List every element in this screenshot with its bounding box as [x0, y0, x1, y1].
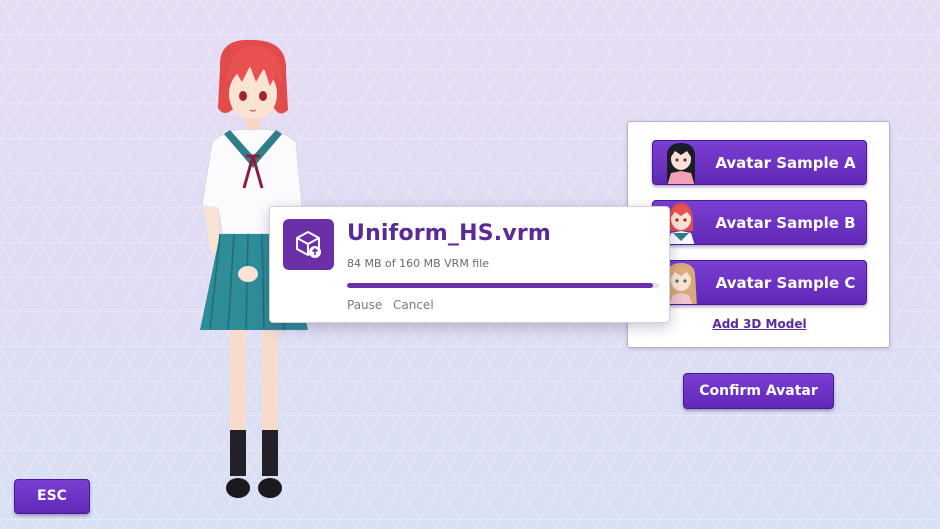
package-upload-icon — [296, 231, 321, 258]
avatar-sample-c-button[interactable]: Avatar Sample C — [652, 260, 867, 305]
upload-progress-fill — [347, 283, 653, 288]
avatar-sample-a-label: Avatar Sample A — [715, 154, 856, 172]
avatar-sample-b-label: Avatar Sample B — [715, 214, 856, 232]
pause-button[interactable]: Pause — [347, 298, 382, 312]
upload-progress-dialog: Uniform_HS.vrm 84 MB of 160 MB VRM file … — [269, 206, 670, 323]
upload-file-name: Uniform_HS.vrm — [347, 221, 552, 246]
confirm-avatar-button[interactable]: Confirm Avatar — [683, 373, 834, 409]
file-icon-box — [283, 219, 334, 270]
avatar-sample-b-button[interactable]: Avatar Sample B — [652, 200, 867, 245]
esc-button[interactable]: ESC — [14, 479, 90, 514]
avatar-sample-c-label: Avatar Sample C — [715, 274, 856, 292]
avatar-a-thumb-icon — [667, 143, 695, 184]
upload-progress-text: 84 MB of 160 MB VRM file — [347, 257, 490, 270]
upload-progress-bar — [347, 283, 659, 288]
avatar-sample-a-button[interactable]: Avatar Sample A — [652, 140, 867, 185]
cancel-button[interactable]: Cancel — [393, 298, 434, 312]
